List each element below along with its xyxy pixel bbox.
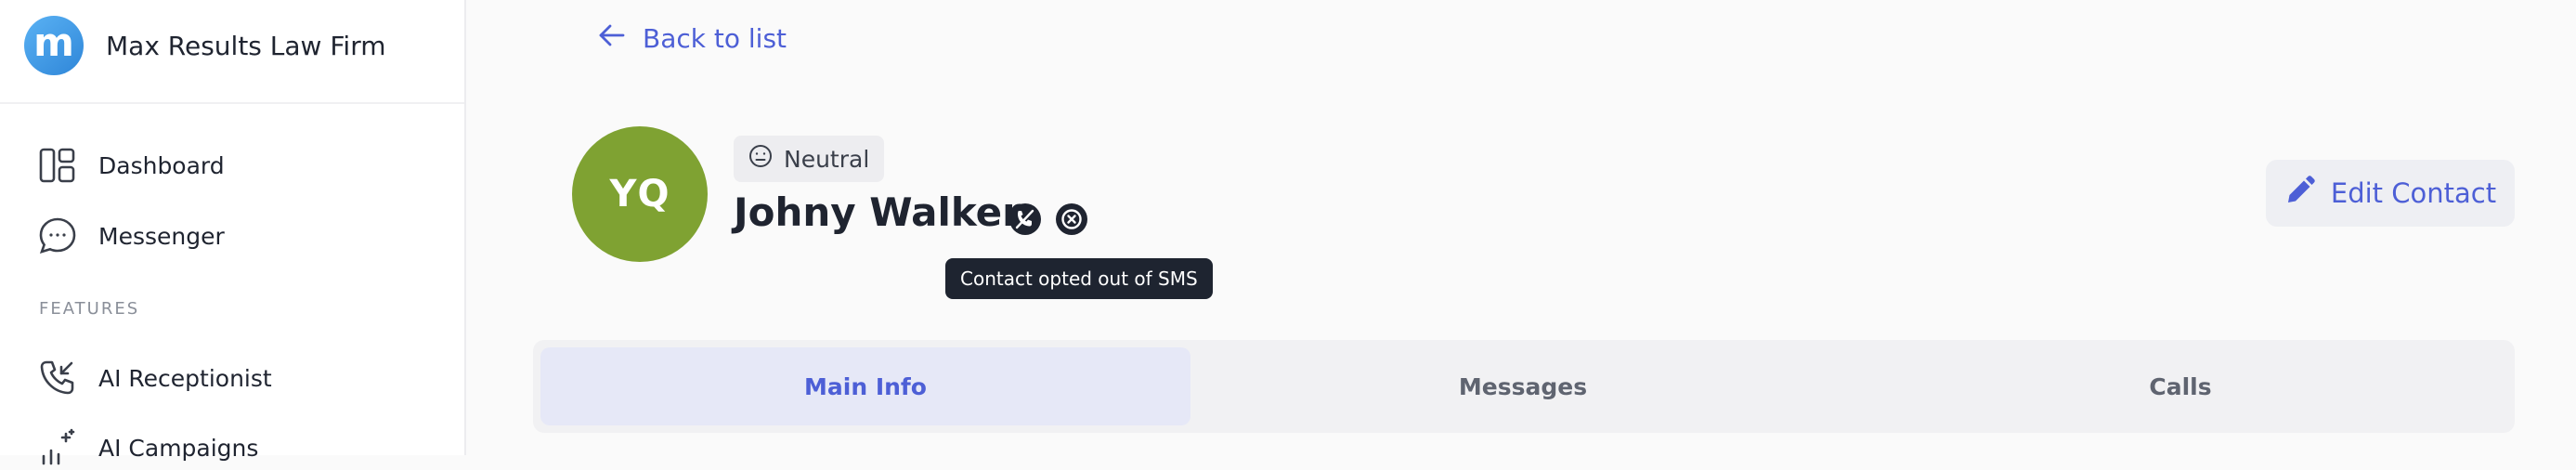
sidebar: m Max Results Law Firm Dashboard Messeng… — [0, 0, 466, 465]
back-to-list-label: Back to list — [643, 23, 787, 54]
tab-messages[interactable]: Messages — [1198, 347, 1848, 425]
tab-main-info[interactable]: Main Info — [540, 347, 1190, 425]
sidebar-item-ai-receptionist[interactable]: AI Receptionist — [37, 356, 272, 400]
sidebar-item-dashboard[interactable]: Dashboard — [37, 143, 225, 188]
sidebar-item-label: Dashboard — [98, 151, 225, 179]
sms-opt-out-tooltip: Contact opted out of SMS — [945, 258, 1213, 299]
edit-contact-button[interactable]: Edit Contact — [2266, 160, 2515, 227]
back-to-list-link[interactable]: Back to list — [598, 22, 787, 55]
section-label-features: FEATURES — [39, 299, 140, 319]
neutral-face-icon — [748, 144, 773, 174]
tab-calls[interactable]: Calls — [1855, 347, 2505, 425]
sidebar-item-label: AI Campaigns — [98, 434, 259, 462]
sparkle-chart-icon — [37, 427, 78, 468]
phone-incoming-icon — [37, 358, 78, 398]
sentiment-label: Neutral — [784, 145, 870, 173]
edit-contact-label: Edit Contact — [2330, 177, 2497, 209]
arrow-left-icon — [598, 22, 626, 55]
brand-logo-letter: m — [33, 20, 74, 65]
sidebar-item-messenger[interactable]: Messenger — [37, 214, 225, 258]
chat-bubble-icon — [37, 215, 78, 256]
brand-name: Max Results Law Firm — [106, 30, 386, 61]
sms-opted-out-icon[interactable] — [1055, 202, 1088, 236]
sidebar-item-label: AI Receptionist — [98, 364, 272, 392]
sidebar-item-ai-campaigns[interactable]: AI Campaigns — [37, 425, 258, 470]
contact-name: Johny Walker — [734, 189, 1021, 235]
brand-logo: m — [24, 16, 84, 75]
call-blocked-icon[interactable] — [1008, 202, 1042, 236]
brand[interactable]: m Max Results Law Firm — [24, 15, 386, 76]
tab-bar: Main Info Messages Calls — [533, 340, 2515, 433]
sidebar-item-label: Messenger — [98, 222, 225, 250]
divider — [0, 102, 464, 104]
dashboard-icon — [37, 145, 78, 186]
pencil-icon — [2284, 175, 2316, 213]
sentiment-badge: Neutral — [734, 136, 885, 182]
avatar: YQ — [572, 126, 708, 262]
